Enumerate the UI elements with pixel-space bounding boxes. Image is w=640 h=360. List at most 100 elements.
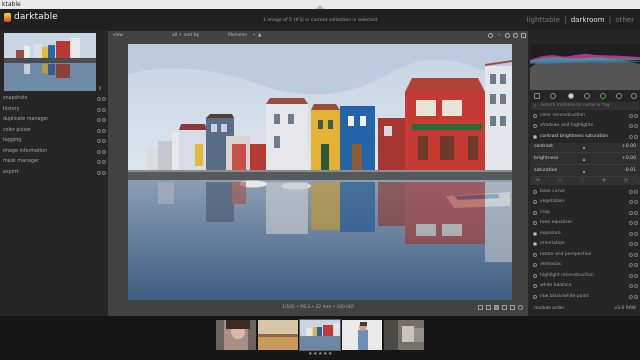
module-presets-icon[interactable]	[634, 210, 638, 215]
module-reset-icon[interactable]	[629, 263, 633, 267]
power-icon[interactable]	[533, 252, 537, 257]
module-reset-icon[interactable]	[97, 97, 101, 101]
tab-active-modules-icon[interactable]	[550, 93, 556, 99]
slider-handle[interactable]	[583, 170, 585, 173]
module-presets-icon[interactable]	[102, 149, 106, 154]
tab-color-icon[interactable]	[600, 93, 606, 99]
module-vegetation[interactable]: vegetation	[530, 198, 640, 207]
power-icon[interactable]	[533, 189, 537, 194]
module-shadows-and-highlights[interactable]: shadows and highlights	[530, 122, 640, 131]
guides-icon[interactable]	[510, 305, 515, 310]
module-white-balance[interactable]: white balance	[530, 282, 640, 291]
module-reset-icon[interactable]	[629, 124, 633, 128]
module-highlight-reconstruction[interactable]: highlight reconstruction	[530, 271, 640, 280]
tab-base-icon[interactable]	[568, 93, 574, 99]
main-photo[interactable]	[128, 44, 512, 300]
power-icon[interactable]	[533, 210, 537, 215]
module-presets-icon[interactable]	[102, 107, 106, 112]
module-crop[interactable]: crop	[530, 208, 640, 217]
module-presets-icon[interactable]	[102, 118, 106, 122]
module-reset-icon[interactable]	[97, 118, 101, 122]
module-reset-icon[interactable]	[629, 221, 633, 225]
softproof-icon[interactable]	[478, 305, 483, 310]
tab-correct-icon[interactable]	[616, 93, 622, 99]
left-module-duplicate-manager[interactable]: duplicate manager	[0, 115, 108, 125]
view-menu[interactable]: view	[113, 33, 123, 38]
thumbnail-expand-icon[interactable]: ⇕	[98, 86, 102, 92]
power-icon[interactable]	[533, 221, 537, 225]
tab-effect-icon[interactable]	[631, 93, 637, 99]
module-reset-icon[interactable]	[629, 231, 633, 236]
module-reset-icon[interactable]	[629, 210, 633, 215]
module-rotate-and-perspective[interactable]: rotate and perspective	[530, 250, 640, 259]
module-orientation[interactable]: orientation	[530, 240, 640, 249]
module-color-reconstruction[interactable]: color reconstruction	[530, 111, 640, 120]
module-presets-icon[interactable]	[634, 221, 638, 225]
module-raw-black-white-point[interactable]: raw black/white point	[530, 292, 640, 301]
module-presets-icon[interactable]	[102, 139, 106, 143]
left-module-history[interactable]: history	[0, 105, 108, 115]
module-search-input[interactable]: ⌕ search modules by name or tag	[531, 102, 639, 110]
blend-off-icon[interactable]: ⊘	[536, 178, 540, 183]
power-icon[interactable]	[533, 200, 537, 204]
rating-stars[interactable]: ★★★★★	[308, 351, 333, 357]
tab-quick-access-icon[interactable]	[534, 93, 540, 99]
focus-peaking-icon[interactable]	[518, 305, 523, 310]
module-reset-icon[interactable]	[97, 128, 101, 133]
module-presets-icon[interactable]	[634, 134, 638, 139]
blend-drawn-icon[interactable]: ◌	[580, 178, 584, 183]
film-thumb-4[interactable]	[342, 320, 382, 350]
overlay-icon[interactable]	[521, 33, 526, 38]
slider-handle[interactable]	[583, 146, 585, 149]
overexposed-icon[interactable]	[494, 305, 499, 310]
module-presets-icon[interactable]	[102, 97, 106, 101]
module-tone-equalizer[interactable]: tone equalizer	[530, 219, 640, 228]
blend-parametric-icon[interactable]: ◍	[602, 178, 606, 183]
film-thumb-2[interactable]	[258, 320, 298, 350]
star-icon[interactable]: ☆	[497, 33, 501, 38]
module-presets-icon[interactable]	[102, 160, 106, 164]
gamut-check-icon[interactable]	[486, 305, 491, 310]
module-reset-icon[interactable]	[629, 252, 633, 257]
power-icon[interactable]	[533, 124, 537, 128]
power-icon[interactable]	[533, 273, 537, 278]
power-icon[interactable]	[533, 263, 537, 267]
module-presets-icon[interactable]	[634, 252, 638, 257]
module-presets-icon[interactable]	[634, 242, 638, 246]
blend-raster-icon[interactable]: ◎	[624, 178, 628, 183]
power-icon[interactable]	[533, 242, 537, 246]
module-reset-icon[interactable]	[97, 170, 101, 175]
module-presets-icon[interactable]	[634, 284, 638, 288]
module-presets-icon[interactable]	[102, 128, 106, 133]
module-reset-icon[interactable]	[629, 113, 633, 118]
module-presets-icon[interactable]	[634, 113, 638, 118]
left-module-color-picker[interactable]: color picker	[0, 126, 108, 136]
module-reset-icon[interactable]	[97, 107, 101, 112]
power-icon[interactable]	[533, 294, 537, 299]
view-darkroom[interactable]: darkroom	[571, 16, 605, 24]
power-icon[interactable]	[533, 113, 537, 118]
gear-icon[interactable]	[488, 33, 493, 38]
power-icon[interactable]	[533, 231, 537, 236]
module-presets-icon[interactable]	[634, 273, 638, 278]
sort-field-select[interactable]: filename	[228, 33, 247, 38]
module-presets-icon[interactable]	[634, 200, 638, 204]
power-icon[interactable]	[533, 134, 537, 139]
film-thumb-3-selected[interactable]	[299, 319, 341, 351]
left-module-mask-manager[interactable]: mask manager	[0, 157, 108, 167]
module-reset-icon[interactable]	[97, 160, 101, 164]
power-icon[interactable]	[533, 284, 537, 288]
module-reset-icon[interactable]	[629, 273, 633, 278]
module-reset-icon[interactable]	[629, 284, 633, 288]
film-thumb-5[interactable]	[384, 320, 424, 350]
module-presets-icon[interactable]	[634, 231, 638, 236]
left-module-tagging[interactable]: tagging	[0, 136, 108, 146]
raw-overexposed-icon[interactable]	[502, 305, 507, 310]
module-presets-icon[interactable]	[634, 124, 638, 128]
module-exposure[interactable]: exposure	[530, 229, 640, 238]
slider-brightness[interactable]: brightness +0.00	[530, 155, 640, 167]
blend-uniform-icon[interactable]: ○	[558, 178, 562, 183]
module-demosaic[interactable]: demosaic	[530, 261, 640, 270]
module-reset-icon[interactable]	[629, 242, 633, 246]
module-presets-icon[interactable]	[634, 263, 638, 267]
